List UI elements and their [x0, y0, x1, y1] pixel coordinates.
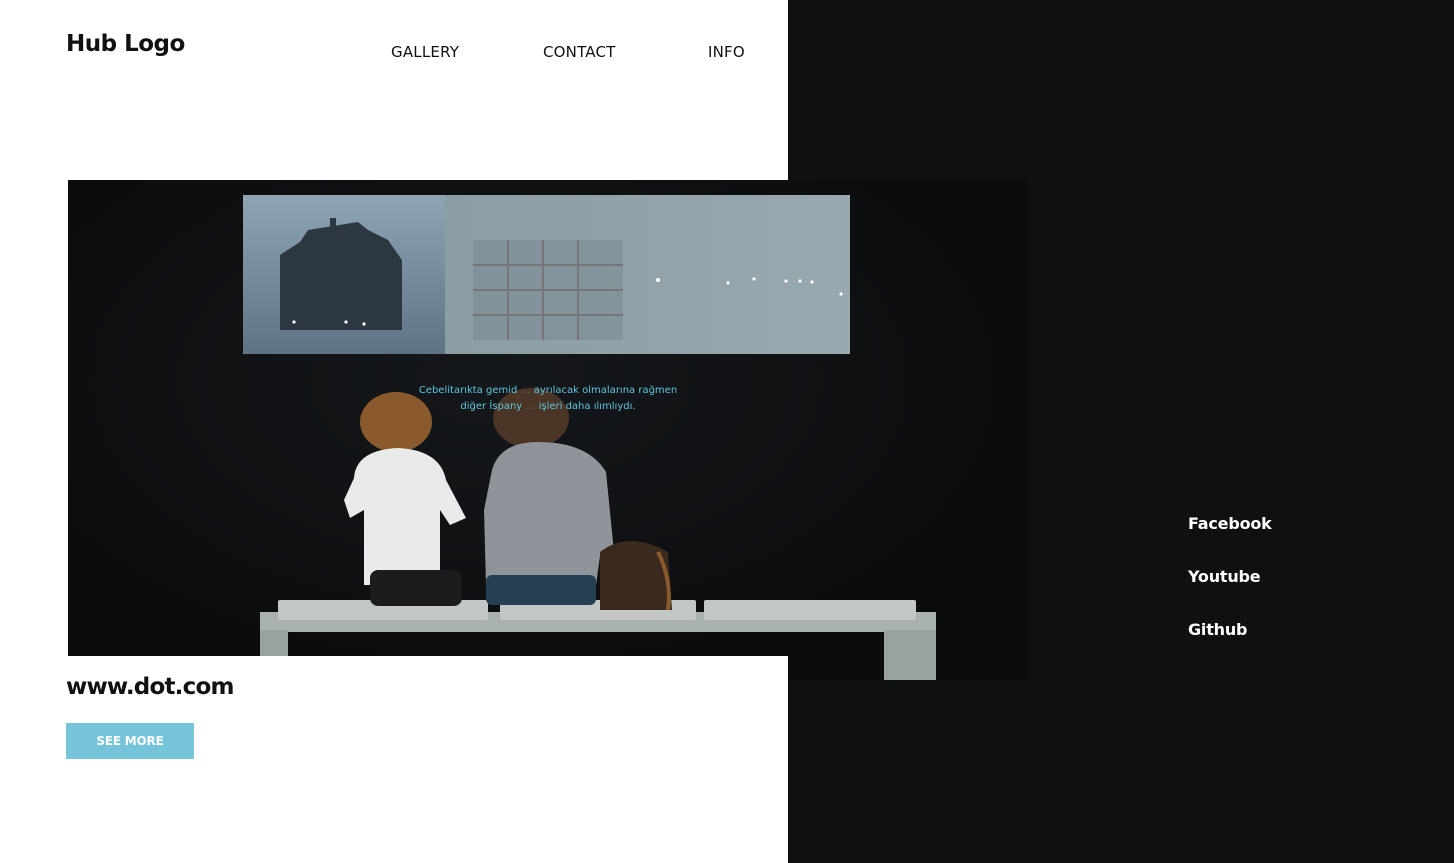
youtube-link[interactable]: Youtube: [1188, 567, 1261, 586]
hero-photo-illustration: [243, 195, 936, 680]
see-more-button[interactable]: SEE MORE: [66, 723, 194, 759]
nav-info-link[interactable]: INFO: [708, 43, 745, 61]
hero-image: Cebelitarıkta gemid … ayrılacak olmaları…: [68, 180, 1028, 680]
hero-subtitle-text: Cebelitarıkta gemid … ayrılacak olmaları…: [418, 385, 678, 412]
site-logo[interactable]: Hub Logo: [66, 31, 185, 57]
facebook-link[interactable]: Facebook: [1188, 514, 1272, 533]
subtitle-line2-b: işleri daha ılımlıydı.: [538, 401, 636, 412]
subtitle-line1-a: Cebelitarıkta gemid: [418, 385, 518, 396]
github-link[interactable]: Github: [1188, 620, 1248, 639]
subtitle-line1-b: ayrılacak olmalarına rağmen: [533, 385, 678, 396]
nav-gallery-link[interactable]: GALLERY: [391, 43, 459, 61]
nav-contact-link[interactable]: CONTACT: [543, 43, 616, 61]
subtitle-line2-a: diğer İspany: [460, 401, 523, 412]
site-name-heading: www.dot.com: [66, 674, 234, 700]
